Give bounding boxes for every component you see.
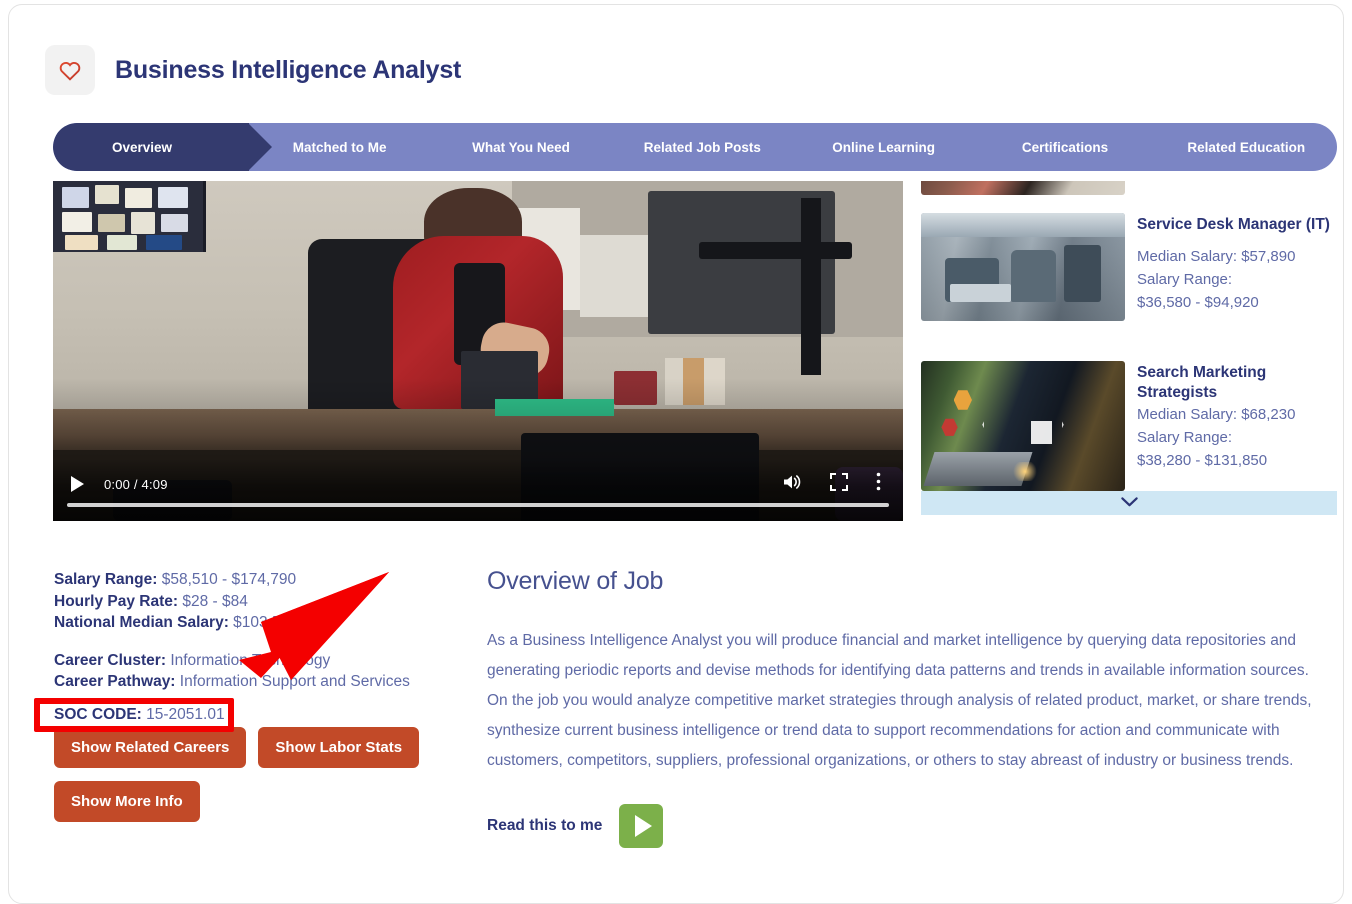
national-median-label: National Median Salary:	[54, 614, 229, 631]
more-options-icon[interactable]	[876, 472, 881, 496]
salary-range-row: Salary Range: $58,510 - $174,790	[54, 569, 474, 591]
tab-matched-to-me[interactable]: Matched to Me	[249, 123, 430, 171]
career-cluster-label: Career Cluster:	[54, 651, 166, 669]
soc-code-row: SOC CODE: 15-2051.01	[54, 704, 225, 726]
tab-label: Overview	[111, 139, 173, 155]
page-title: Business Intelligence Analyst	[115, 55, 462, 84]
tab-label: Related Education	[1187, 139, 1306, 155]
related-career-card[interactable]: Service Desk Manager (IT) Median Salary:…	[921, 213, 1337, 321]
overview-section: Overview of Job As a Business Intelligen…	[487, 567, 1327, 848]
video-controls: 0:00 / 4:09	[53, 459, 903, 521]
related-career-range-label: Salary Range:	[1137, 271, 1233, 288]
related-career-title[interactable]: Search Marketing Strategists	[1137, 363, 1337, 403]
video-time: 0:00 / 4:09	[104, 476, 168, 492]
video-progress-bar[interactable]	[67, 503, 889, 507]
related-career-range-value: $36,580 - $94,920	[1137, 294, 1259, 311]
soc-code-value: 15-2051.01	[146, 706, 225, 723]
show-related-careers-button[interactable]: Show Related Careers	[54, 727, 247, 768]
heart-icon	[58, 59, 82, 81]
tab-bar: Overview Matched to Me What You Need Rel…	[53, 123, 1337, 171]
tab-overview[interactable]: Overview	[53, 123, 272, 171]
related-career-range-label: Salary Range:	[1137, 429, 1233, 446]
related-careers-sidebar: Service Desk Manager (IT) Median Salary:…	[921, 181, 1337, 515]
action-button-row-2: Show More Info	[54, 781, 474, 822]
hourly-pay-row: Hourly Pay Rate: $28 - $84	[54, 591, 474, 613]
digital-marketing-laptop-thumbnail[interactable]	[921, 361, 1125, 491]
related-career-card-partial[interactable]	[921, 181, 1125, 195]
hourly-pay-value: $28 - $84	[182, 592, 248, 610]
fullscreen-icon[interactable]	[830, 472, 848, 496]
career-info-panel: Salary Range: $58,510 - $174,790 Hourly …	[54, 569, 474, 822]
related-career-title[interactable]: Service Desk Manager (IT)	[1137, 215, 1337, 235]
volume-icon[interactable]	[782, 473, 802, 496]
tab-label: What You Need	[472, 139, 570, 155]
career-video-player[interactable]: 0:00 / 4:09	[53, 181, 903, 521]
office-workers-thumbnail[interactable]	[921, 213, 1125, 321]
hourly-pay-label: Hourly Pay Rate:	[54, 592, 179, 610]
tab-label: Related Job Posts	[643, 139, 761, 155]
tab-label: Matched to Me	[292, 139, 387, 155]
national-median-value: $103,500	[233, 614, 298, 631]
career-cluster-row: Career Cluster: Information Technology	[54, 650, 474, 672]
national-median-row: National Median Salary: $103,500	[54, 612, 474, 634]
related-career-median-salary: Median Salary: $57,890	[1137, 248, 1296, 265]
overview-heading: Overview of Job	[487, 567, 664, 595]
read-aloud-label: Read this to me	[487, 817, 603, 834]
read-aloud-row: Read this to me	[487, 804, 1327, 848]
show-more-info-button[interactable]: Show More Info	[54, 781, 200, 822]
action-button-row: Show Related Careers Show Labor Stats	[54, 727, 474, 768]
career-pathway-row: Career Pathway: Information Support and …	[54, 671, 474, 693]
salary-range-value: $58,510 - $174,790	[161, 571, 297, 588]
career-thumbnail	[921, 181, 1125, 195]
favorite-button[interactable]	[45, 45, 95, 95]
related-career-card[interactable]: Search Marketing Strategists Median Sala…	[921, 361, 1337, 491]
page-header: Business Intelligence Analyst	[45, 45, 461, 95]
related-career-median-salary: Median Salary: $68,230	[1137, 406, 1296, 423]
chevron-down-icon	[1120, 494, 1138, 512]
salary-range-label: Salary Range:	[54, 571, 158, 588]
overview-body-text: As a Business Intelligence Analyst you w…	[487, 632, 1312, 769]
expand-related-careers-button[interactable]	[921, 491, 1337, 515]
tab-certifications[interactable]: Certifications	[974, 123, 1155, 171]
tab-what-you-need[interactable]: What You Need	[430, 123, 611, 171]
play-icon[interactable]	[71, 476, 84, 492]
tab-related-education[interactable]: Related Education	[1156, 123, 1337, 171]
career-cluster-value: Information Technology	[170, 651, 331, 669]
tab-related-job-posts[interactable]: Related Job Posts	[612, 123, 793, 171]
page-card: Business Intelligence Analyst Overview M…	[8, 4, 1344, 904]
play-icon	[635, 815, 653, 837]
related-career-range-value: $38,280 - $131,850	[1137, 452, 1268, 469]
show-labor-stats-button[interactable]: Show Labor Stats	[258, 727, 420, 768]
soc-code-label: SOC CODE:	[54, 706, 142, 723]
tab-label: Online Learning	[832, 139, 936, 155]
tab-label: Certifications	[1021, 139, 1109, 155]
tab-online-learning[interactable]: Online Learning	[793, 123, 974, 171]
read-aloud-button[interactable]	[619, 804, 664, 848]
career-pathway-value: Information Support and Services	[179, 673, 410, 690]
career-pathway-label: Career Pathway:	[54, 673, 176, 690]
